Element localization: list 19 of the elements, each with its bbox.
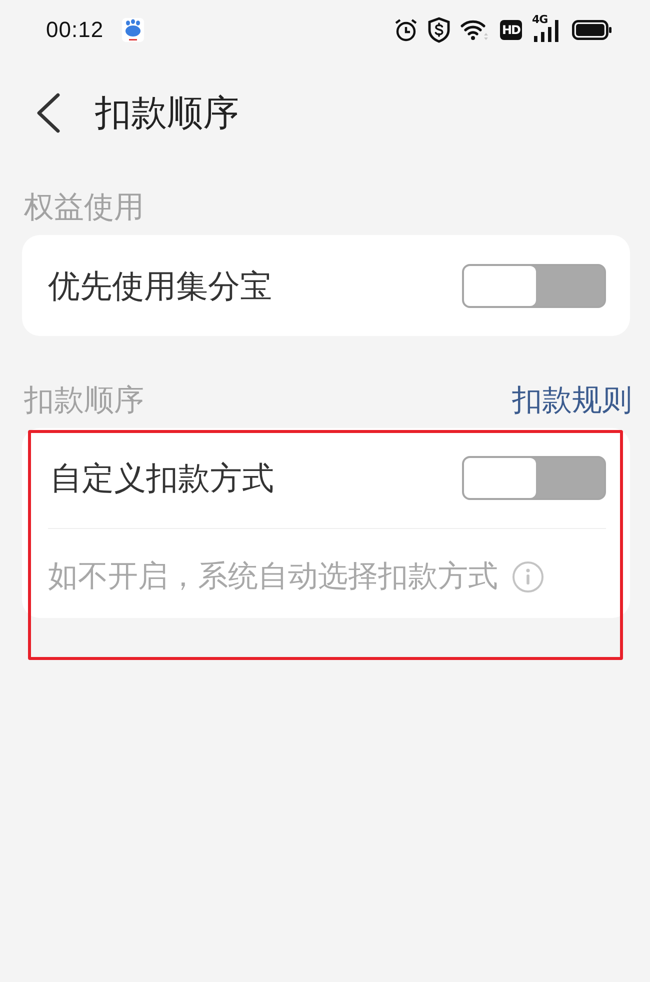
- section-label: 权益使用: [24, 190, 144, 226]
- toggle-switch[interactable]: [462, 264, 606, 308]
- clock-time: 00:12: [46, 17, 104, 43]
- page-title: 扣款顺序: [95, 91, 239, 135]
- section-label: 扣款顺序: [24, 383, 144, 419]
- network-type-label: 4G: [532, 14, 548, 26]
- battery-icon: [572, 20, 612, 40]
- rules-link[interactable]: 扣款规则: [512, 381, 632, 421]
- hint-text: 如不开启，系统自动选择扣款方式: [48, 558, 498, 594]
- hd-badge: HD: [500, 20, 522, 40]
- setting-label: 自定义扣款方式: [50, 459, 274, 498]
- paw-icon: [122, 18, 144, 42]
- alarm-clock-icon: [394, 18, 418, 42]
- setting-label: 优先使用集分宝: [48, 266, 272, 306]
- info-icon[interactable]: [512, 560, 544, 592]
- wifi-icon: [460, 18, 490, 42]
- shield-icon: [428, 17, 450, 43]
- back-icon[interactable]: [35, 93, 61, 133]
- toggle-switch[interactable]: [462, 456, 606, 500]
